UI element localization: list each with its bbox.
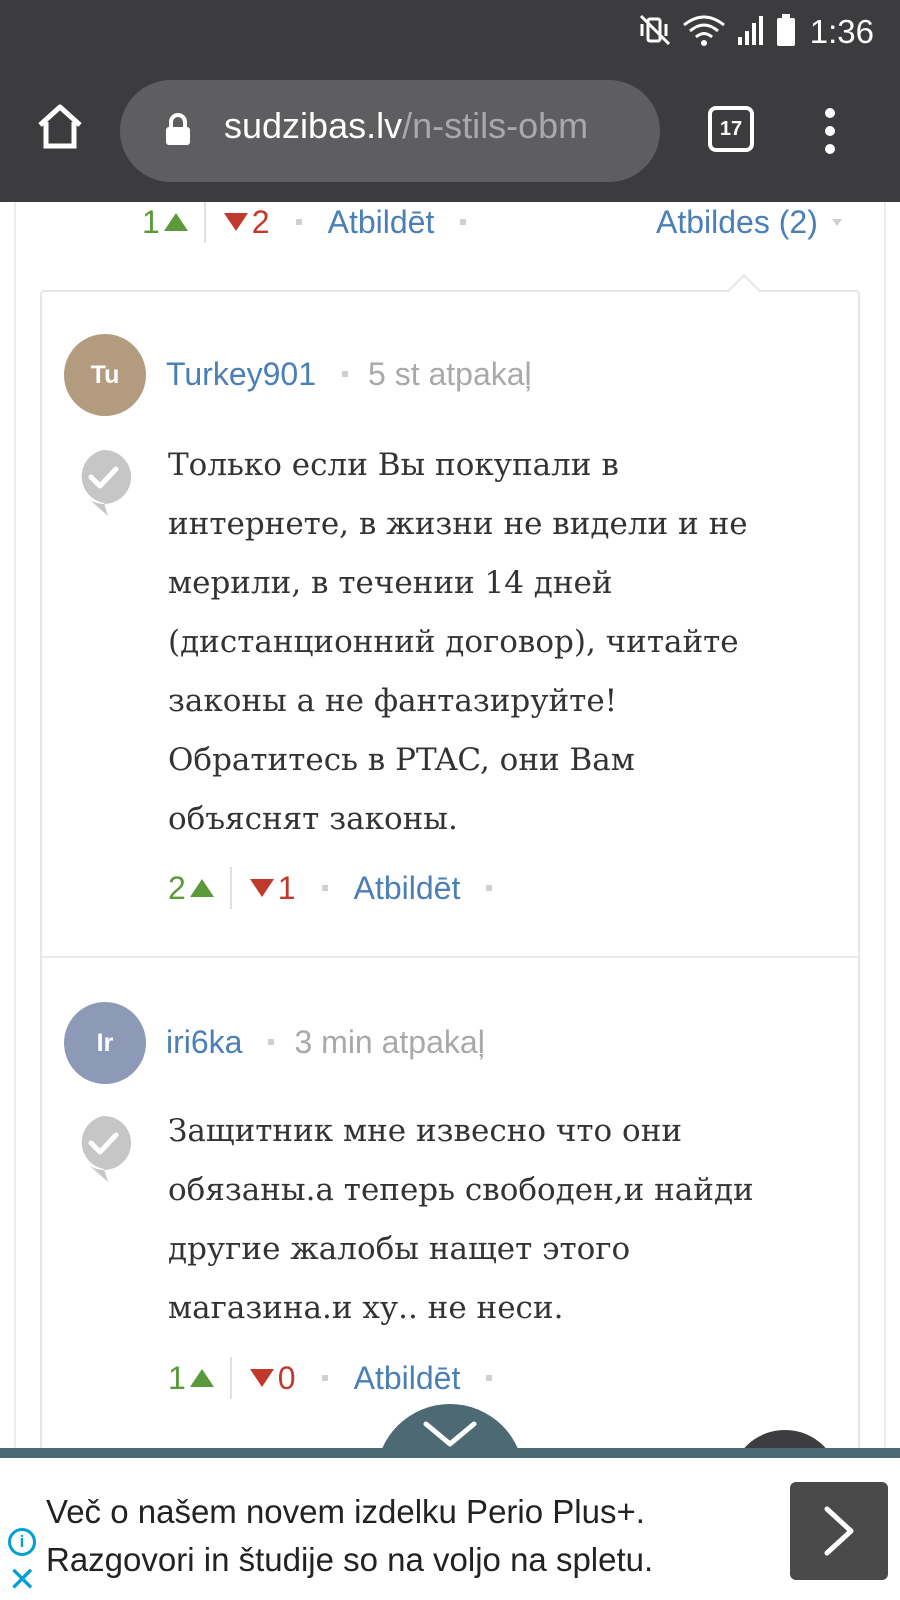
- close-icon[interactable]: ✕: [8, 1563, 37, 1597]
- home-button[interactable]: [30, 96, 90, 156]
- comment-line: интернете, в жизни не видели и не: [168, 506, 748, 542]
- comment: Tu Turkey901 5 st atpakaļ Только если Вы…: [42, 292, 858, 956]
- caret-down-icon: [831, 218, 842, 226]
- comment-line: законы а не фантазируйте!: [168, 683, 618, 719]
- vote-row: 2 1 Atbildēt: [168, 867, 518, 909]
- url-host: sudzibas.lv: [224, 105, 403, 146]
- upvote-icon[interactable]: [163, 213, 188, 231]
- replies-toggle[interactable]: Atbildes (2): [656, 202, 842, 242]
- comment-line: (дистанционний договор), читайте: [168, 624, 739, 660]
- upvote-icon[interactable]: [189, 879, 214, 897]
- comment-line: мерили, в течении 14 дней: [168, 565, 613, 601]
- lock-icon: [166, 113, 190, 145]
- author-name[interactable]: Turkey901: [166, 356, 316, 393]
- separator-dot: [342, 371, 348, 377]
- chevron-right-icon: [824, 1506, 854, 1556]
- comment: Ir iri6ka 3 min atpakaļ Защитник мне изв…: [42, 958, 858, 1448]
- replies-container: Tu Turkey901 5 st atpakaļ Только если Вы…: [40, 274, 860, 1448]
- reply-link[interactable]: Atbildēt: [354, 1360, 461, 1397]
- chevron-down-icon: [423, 1421, 477, 1447]
- comment-meta: iri6ka 3 min atpakaļ: [166, 1022, 485, 1062]
- parent-vote-row: 1 2 Atbildēt: [142, 202, 492, 243]
- author-name[interactable]: iri6ka: [166, 1024, 242, 1061]
- ad-line-1: Več o našem novem izdelku Perio Plus+.: [46, 1493, 645, 1530]
- separator-dot: [321, 1375, 328, 1381]
- downvote-icon[interactable]: [223, 213, 248, 231]
- replies-label: Atbildes (2): [656, 203, 818, 240]
- timestamp[interactable]: 3 min atpakaļ: [294, 1024, 484, 1061]
- comment-line: Защитник мне извесно что они: [168, 1113, 683, 1149]
- separator-dot: [460, 219, 467, 225]
- comment-text: Только если Вы покупали в интернете, в ж…: [168, 436, 818, 849]
- upvote-count: 2: [168, 869, 186, 906]
- avatar[interactable]: Ir: [64, 1002, 146, 1084]
- mute-vibrate-icon: [638, 13, 672, 52]
- upvote-icon[interactable]: [189, 1369, 214, 1387]
- ad-line-2: Razgovori in študije so na voljo na sple…: [46, 1541, 654, 1578]
- home-icon: [38, 104, 82, 149]
- more-vert-icon[interactable]: [810, 104, 850, 158]
- page-content: 1 2 Atbildēt Atbildes (2) Tu Turkey901 5…: [0, 202, 900, 1448]
- tabs-icon[interactable]: 17: [708, 106, 754, 152]
- separator-dot: [268, 1039, 275, 1045]
- vote-separator: [203, 202, 206, 243]
- battery-icon: [776, 13, 796, 52]
- info-icon[interactable]: i: [8, 1528, 36, 1556]
- timestamp[interactable]: 5 st atpakaļ: [368, 356, 532, 393]
- address-bar[interactable]: sudzibas.lv/n-stils-obm: [120, 80, 660, 182]
- comment-line: Только если Вы покупали в: [168, 447, 619, 483]
- separator-dot: [486, 1375, 493, 1381]
- comment-line: объяснят законы.: [168, 801, 458, 837]
- reply-link[interactable]: Atbildēt: [328, 204, 435, 241]
- signal-icon: [736, 13, 766, 52]
- downvote-count: 1: [277, 869, 296, 906]
- separator-dot: [321, 885, 328, 891]
- ad-accent-bar: [0, 1448, 900, 1458]
- status-clock: 1:36: [809, 13, 874, 50]
- comment-line: обязаны.а теперь свободен,и найди: [168, 1172, 754, 1208]
- avatar[interactable]: Tu: [64, 334, 146, 416]
- downvote-icon[interactable]: [249, 879, 274, 897]
- url-path: /n-stils-obm: [402, 105, 589, 146]
- verified-buyer-icon: [81, 449, 132, 516]
- upvote-count: 1: [142, 203, 160, 240]
- vote-row: 1 0 Atbildēt: [168, 1357, 518, 1399]
- browser-chrome: 1:36 sudzibas.lv/n-stils-obm 17: [0, 0, 900, 202]
- ad-open-button[interactable]: [790, 1482, 888, 1580]
- comment-line: другие жалобы нащет этого: [168, 1231, 631, 1267]
- comment-meta: Turkey901 5 st atpakaļ: [166, 354, 532, 394]
- comment-line: Обратитесь в PTAC, они Вам: [168, 742, 635, 778]
- downvote-count: 2: [251, 203, 270, 240]
- separator-dot: [486, 885, 493, 891]
- status-bar: 1:36: [0, 0, 900, 66]
- vote-separator: [229, 1357, 232, 1399]
- downvote-count: 0: [277, 1359, 296, 1396]
- status-icons: 1:36: [638, 12, 874, 52]
- separator-dot: [295, 219, 302, 225]
- verified-buyer-icon: [81, 1115, 132, 1182]
- wifi-icon: [682, 13, 726, 52]
- comment-text: Защитник мне извесно что они обязаны.а т…: [168, 1102, 818, 1338]
- ad-banner[interactable]: i ✕ Več o našem novem izdelku Perio Plus…: [0, 1448, 900, 1600]
- upvote-count: 1: [168, 1359, 186, 1396]
- downvote-icon[interactable]: [249, 1369, 274, 1387]
- ad-text[interactable]: Več o našem novem izdelku Perio Plus+. R…: [46, 1488, 766, 1584]
- browser-toolbar: sudzibas.lv/n-stils-obm 17: [0, 66, 900, 202]
- comment-line: магазина.и ху.. не неси.: [168, 1290, 564, 1326]
- url-text: sudzibas.lv/n-stils-obm: [224, 105, 588, 147]
- reply-link[interactable]: Atbildēt: [354, 870, 461, 907]
- vote-separator: [229, 867, 232, 909]
